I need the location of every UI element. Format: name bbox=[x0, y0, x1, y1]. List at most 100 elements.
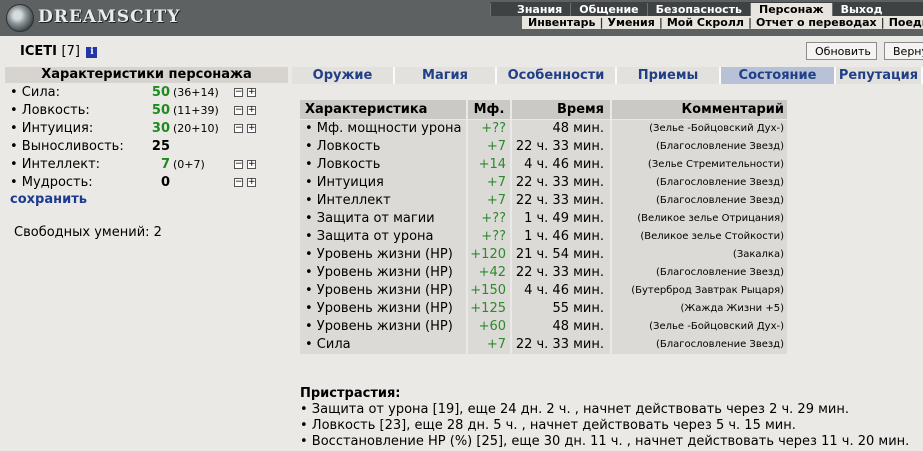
plus-icon[interactable]: + bbox=[247, 160, 256, 169]
minus-icon[interactable]: − bbox=[234, 88, 243, 97]
stat-row-strength: • Сила: 50 (36+14) − + bbox=[10, 85, 288, 103]
effect-comment: (Великое зелье Стойкости) bbox=[640, 231, 784, 242]
tab-bar: Оружие Магия Особенности Приемы Состояни… bbox=[292, 67, 923, 84]
effect-mf: +120 bbox=[468, 246, 512, 264]
effect-stat: • Уровень жизни (HP) bbox=[300, 264, 468, 282]
table-row: • Интуиция +7 22 ч. 33 мин. (Благословление… bbox=[300, 174, 787, 192]
effect-mf: +7 bbox=[468, 174, 512, 192]
effect-comment: (Закалка) bbox=[732, 249, 784, 260]
effect-stat: • Уровень жизни (HP) bbox=[300, 282, 468, 300]
character-level: [7] bbox=[61, 44, 80, 59]
free-skills-text: Свободных умений: 2 bbox=[14, 225, 162, 240]
effect-comment: (Благословление Звезд) bbox=[655, 267, 784, 278]
menu-item-communication[interactable]: Общение bbox=[570, 2, 646, 16]
effect-mf: +14 bbox=[468, 156, 512, 174]
effect-time: 22 ч. 33 мин. bbox=[512, 336, 612, 354]
stat-value: 30 bbox=[151, 121, 170, 136]
tab-features[interactable]: Особенности bbox=[497, 67, 617, 84]
effect-comment: (Благословление Звезд) bbox=[655, 195, 784, 206]
table-row: • Защита от урона +?? 1 ч. 46 мин. (Великое… bbox=[300, 228, 787, 246]
effect-comment: (Благословление Звезд) bbox=[655, 339, 784, 350]
top-bar: DREAMSCITY Знания Общение Безопасность П… bbox=[0, 0, 923, 36]
table-row: • Уровень жизни (HP) +150 4 ч. 46 мин. (Бут… bbox=[300, 282, 787, 300]
effect-time: 48 мин. bbox=[512, 318, 612, 336]
table-header: Характеристика Мф. Время Комментарий bbox=[300, 100, 787, 119]
submenu-item-inventory[interactable]: Инвентарь bbox=[522, 16, 599, 29]
tab-state[interactable]: Состояние bbox=[721, 67, 836, 84]
menu-item-security[interactable]: Безопасность bbox=[646, 2, 750, 16]
column-header-comment: Комментарий bbox=[612, 100, 787, 119]
stat-value: 7 bbox=[160, 157, 170, 172]
save-link[interactable]: сохранить bbox=[10, 192, 87, 207]
submenu-item-transfers[interactable]: Отчет о переводах bbox=[752, 16, 881, 29]
return-button[interactable]: Вернуться bbox=[884, 42, 923, 60]
info-icon[interactable]: i bbox=[86, 47, 98, 58]
plus-icon[interactable]: + bbox=[247, 106, 256, 115]
sub-menu: Инвентарь | Умения | Мой Скролл | Отчет о п… bbox=[522, 16, 923, 29]
refresh-button[interactable]: Обновить bbox=[806, 42, 877, 60]
stat-breakdown: (36+14) bbox=[173, 86, 219, 99]
effect-mf: +?? bbox=[468, 228, 512, 246]
table-row: • Уровень жизни (HP) +60 48 мин. (Зелье -Бо… bbox=[300, 318, 787, 336]
submenu-item-battles[interactable]: Поединки bbox=[885, 16, 923, 29]
stat-label: • Сила: bbox=[10, 85, 60, 100]
table-row: • Уровень жизни (HP) +42 22 ч. 33 мин. (Бла… bbox=[300, 264, 787, 282]
plus-icon[interactable]: + bbox=[247, 124, 256, 133]
logo[interactable]: DREAMSCITY bbox=[2, 2, 188, 33]
stat-value: 0 bbox=[160, 175, 170, 190]
tab-techniques[interactable]: Приемы bbox=[617, 67, 721, 84]
stat-label: • Интуиция: bbox=[10, 121, 94, 136]
effect-mf: +60 bbox=[468, 318, 512, 336]
menu-item-character[interactable]: Персонаж bbox=[750, 2, 832, 16]
table-row: • Сила +7 22 ч. 33 мин. (Благословление Зве… bbox=[300, 336, 787, 354]
stat-breakdown: (11+39) bbox=[173, 104, 219, 117]
character-name: ICETI [7] i bbox=[20, 44, 98, 59]
stat-row-intuition: • Интуиция: 30 (20+10) − + bbox=[10, 121, 288, 139]
addiction-item: • Защита от урона [19], еще 24 дн. 2 ч. … bbox=[300, 402, 849, 417]
effect-stat: • Интуиция bbox=[300, 174, 468, 192]
stat-value: 50 bbox=[151, 103, 170, 118]
tab-reputation[interactable]: Репутация bbox=[836, 67, 923, 84]
stat-label: • Ловкость: bbox=[10, 103, 90, 118]
submenu-item-skills[interactable]: Умения bbox=[604, 16, 659, 29]
logo-text: DREAMSCITY bbox=[38, 7, 181, 27]
stat-value: 50 bbox=[151, 85, 170, 100]
effect-time: 1 ч. 49 мин. bbox=[512, 210, 612, 228]
stat-breakdown: (0+7) bbox=[173, 158, 205, 171]
effect-mf: +?? bbox=[468, 210, 512, 228]
plus-icon[interactable]: + bbox=[247, 178, 256, 187]
effect-stat: • Уровень жизни (HP) bbox=[300, 246, 468, 264]
stat-row-agility: • Ловкость: 50 (11+39) − + bbox=[10, 103, 288, 121]
effect-mf: +7 bbox=[468, 192, 512, 210]
stats-panel: Характеристики персонажа • Сила: 50 (36+… bbox=[5, 67, 288, 451]
effect-stat: • Интеллект bbox=[300, 192, 468, 210]
logo-emblem-icon bbox=[6, 4, 34, 32]
menu-item-exit[interactable]: Выход bbox=[831, 2, 891, 16]
effect-stat: • Уровень жизни (HP) bbox=[300, 300, 468, 318]
minus-icon[interactable]: − bbox=[234, 178, 243, 187]
stat-value: 25 bbox=[151, 139, 170, 154]
effect-stat: • Ловкость bbox=[300, 138, 468, 156]
stat-row-intellect: • Интеллект: 7 (0+7) − + bbox=[10, 157, 288, 175]
plus-icon[interactable]: + bbox=[247, 88, 256, 97]
menu-item-knowledge[interactable]: Знания bbox=[490, 2, 570, 16]
minus-icon[interactable]: − bbox=[234, 124, 243, 133]
stat-label: • Выносливость: bbox=[10, 139, 124, 154]
tab-magic[interactable]: Магия bbox=[395, 67, 497, 84]
effect-time: 22 ч. 33 мин. bbox=[512, 264, 612, 282]
effect-time: 21 ч. 54 мин. bbox=[512, 246, 612, 264]
tab-weapons[interactable]: Оружие bbox=[292, 67, 395, 84]
table-row: • Уровень жизни (HP) +120 21 ч. 54 мин. (За… bbox=[300, 246, 787, 264]
addiction-item: • Ловкость [23], еще 28 дн. 5 ч. , начне… bbox=[300, 418, 796, 433]
table-row: • Защита от магии +?? 1 ч. 49 мин. (Великое… bbox=[300, 210, 787, 228]
character-name-text: ICETI bbox=[20, 44, 57, 59]
table-row: • Интеллект +7 22 ч. 33 мин. (Благословлени… bbox=[300, 192, 787, 210]
minus-icon[interactable]: − bbox=[234, 160, 243, 169]
stat-label: • Интеллект: bbox=[10, 157, 101, 172]
effect-comment: (Благословление Звезд) bbox=[655, 141, 784, 152]
submenu-item-scroll[interactable]: Мой Скролл bbox=[663, 16, 748, 29]
main-menu: Знания Общение Безопасность Персонаж Вых… bbox=[490, 2, 923, 16]
effect-time: 4 ч. 46 мин. bbox=[512, 282, 612, 300]
minus-icon[interactable]: − bbox=[234, 106, 243, 115]
effect-comment: (Жажда Жизни +5) bbox=[680, 303, 784, 314]
